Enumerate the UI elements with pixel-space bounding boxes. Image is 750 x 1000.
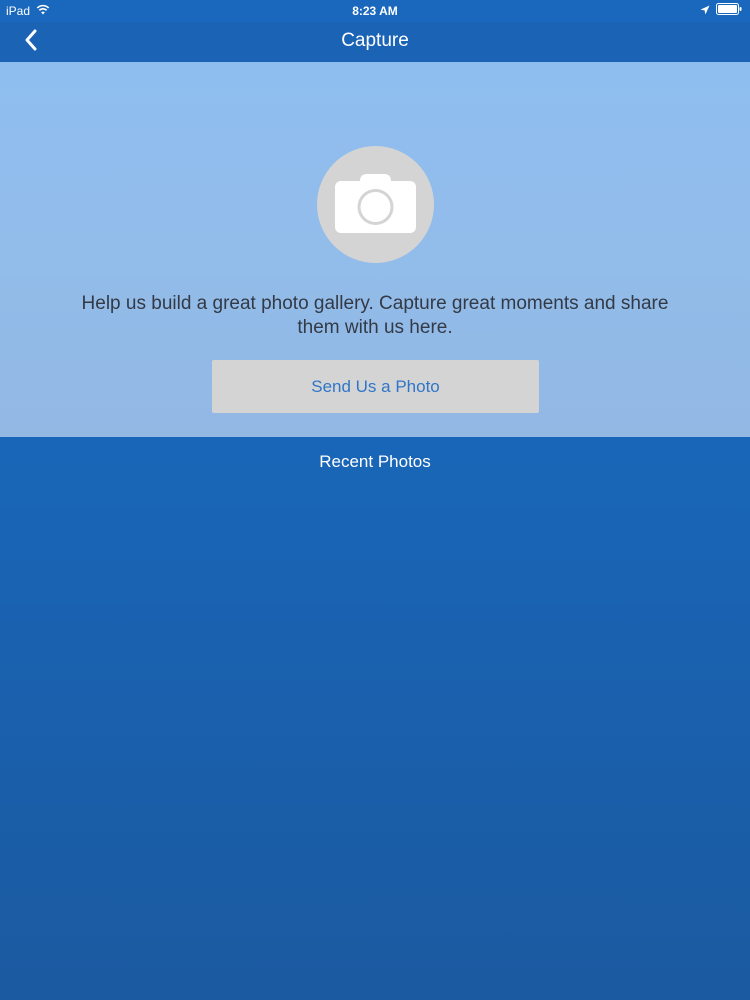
camera-badge [317, 146, 434, 263]
location-arrow-icon [700, 4, 710, 18]
send-photo-button[interactable]: Send Us a Photo [212, 360, 539, 413]
status-right [700, 3, 742, 18]
capture-panel: Help us build a great photo gallery. Cap… [0, 62, 750, 437]
page-title: Capture [341, 30, 409, 51]
recent-photos-heading: Recent Photos [319, 452, 431, 471]
gallery-invitation-text: Help us build a great photo gallery. Cap… [81, 293, 669, 338]
status-time: 8:23 AM [352, 4, 398, 18]
battery-icon [716, 3, 742, 18]
navigation-bar: Capture [0, 22, 750, 62]
camera-icon [335, 174, 416, 233]
status-bar: iPad 8:23 AM [0, 0, 750, 22]
